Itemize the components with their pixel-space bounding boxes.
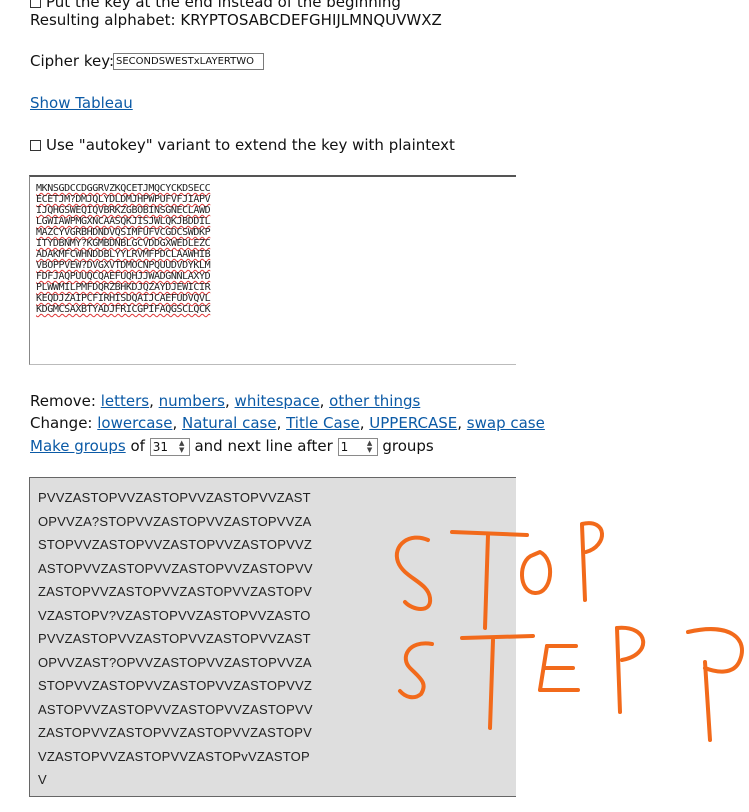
annotation-stroke (488, 638, 495, 730)
annotation-stroke (703, 660, 712, 742)
annotation-stroke (615, 626, 622, 714)
annotation-stroke (520, 550, 553, 595)
annotation-stroke (394, 535, 433, 611)
annotation-stroke (398, 641, 434, 700)
annotation-stroke (580, 521, 604, 554)
annotation-stroke (686, 627, 744, 674)
handwritten-annotation (394, 521, 744, 742)
annotation-stroke (460, 634, 535, 640)
annotation-stroke (615, 625, 646, 662)
annotation-stroke (483, 533, 490, 630)
annotation-stroke (580, 523, 587, 602)
